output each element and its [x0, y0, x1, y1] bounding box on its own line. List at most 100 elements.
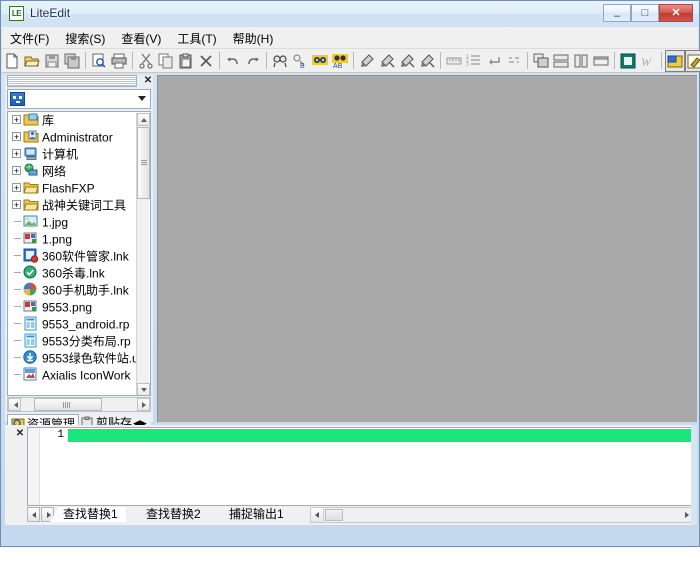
ruler-button[interactable] — [445, 51, 463, 71]
output-tab[interactable]: 查找替换1 — [50, 507, 126, 522]
tree-item[interactable]: 360手机助手.lnk — [8, 282, 138, 299]
arrange-icons-button[interactable] — [592, 51, 610, 71]
find-next-button[interactable] — [311, 51, 329, 71]
tree-item[interactable]: 9553绿色软件站.u — [8, 350, 138, 367]
output-close-icon[interactable]: ✕ — [15, 428, 25, 440]
options-button[interactable] — [619, 51, 637, 71]
bookmark-next-button[interactable] — [378, 51, 396, 71]
line-numbers-button[interactable]: 123 — [465, 51, 483, 71]
scroll-left-button[interactable] — [8, 398, 21, 411]
panel-right-edge — [691, 425, 697, 525]
output-tab[interactable]: 捕捉输出1 — [216, 507, 292, 522]
scroll-right-button[interactable] — [137, 398, 150, 411]
tree-item[interactable]: + 战神关键词工具 — [8, 197, 138, 214]
output-tab[interactable]: 查找替换2 — [133, 507, 209, 522]
minimize-button[interactable]: – — [603, 4, 631, 22]
path-combo-box[interactable] — [7, 89, 151, 109]
new-file-button[interactable] — [3, 51, 21, 71]
tile-vertical-button[interactable] — [572, 51, 590, 71]
tree-item[interactable]: 1.jpg — [8, 214, 138, 231]
toolbar-separator — [527, 52, 528, 69]
tree-scroll-thumb[interactable] — [137, 127, 150, 199]
close-button[interactable]: ✕ — [659, 4, 693, 22]
cut-button[interactable] — [137, 51, 155, 71]
tree-item[interactable]: + 计算机 — [8, 146, 138, 163]
output-horizontal-scrollbar[interactable] — [310, 507, 695, 523]
output-scroll-left-button[interactable] — [311, 508, 324, 522]
scroll-up-button[interactable] — [137, 113, 150, 126]
copy-button[interactable] — [157, 51, 175, 71]
panel-close-icon[interactable]: ✕ — [143, 75, 153, 87]
scroll-down-button[interactable] — [137, 383, 150, 395]
user-folder-icon — [23, 129, 39, 144]
expand-plus-icon[interactable]: + — [12, 166, 21, 176]
output-text-area[interactable]: 1 — [27, 427, 695, 506]
undo-button[interactable] — [224, 51, 242, 71]
menu-file[interactable]: 文件(F) — [2, 27, 57, 50]
tree-item[interactable]: 360杀毒.lnk — [8, 265, 138, 282]
expand-plus-icon[interactable]: + — [12, 132, 21, 142]
tree-item[interactable]: 9553分类布局.rp — [8, 333, 138, 350]
tree-item[interactable]: 9553_android.rp — [8, 316, 138, 333]
tree-item[interactable]: 360软件管家.lnk — [8, 248, 138, 265]
chevron-down-icon[interactable] — [138, 96, 146, 101]
expand-plus-icon[interactable]: + — [12, 115, 21, 125]
download-icon — [23, 350, 39, 365]
360-phone-icon — [23, 282, 37, 296]
maximize-button[interactable]: □ — [631, 4, 659, 22]
tile-horizontal-icon — [553, 54, 569, 68]
goto-button[interactable]: B — [291, 51, 309, 71]
expand-plus-icon[interactable]: + — [12, 149, 21, 159]
panel-drag-handle[interactable] — [7, 75, 137, 87]
cut-icon — [139, 53, 153, 69]
whitespace-button[interactable] — [505, 51, 523, 71]
tree-item[interactable]: 9553.png — [8, 299, 138, 316]
tree-item[interactable]: Axialis IconWork — [8, 367, 138, 384]
tab-scroll-prev-button[interactable] — [27, 507, 40, 522]
redo-button[interactable] — [244, 51, 262, 71]
tree-vertical-scrollbar[interactable] — [136, 113, 150, 395]
delete-button[interactable] — [197, 51, 215, 71]
print-icon — [111, 53, 127, 69]
save-file-button[interactable] — [43, 51, 61, 71]
cut-icon — [138, 53, 154, 69]
paste-button[interactable] — [177, 51, 195, 71]
tree-item[interactable]: + 库 — [8, 112, 138, 129]
desktop-background: LE LiteEdit – □ ✕ 文件(F) 搜索(S) 查看(V) 工具(T) 帮助… — [0, 0, 700, 584]
save-all-button[interactable] — [63, 51, 81, 71]
cascade-windows-button[interactable] — [532, 51, 550, 71]
tree-hscroll-thumb[interactable] — [34, 398, 102, 411]
replace-button[interactable]: AB — [331, 51, 349, 71]
toolbar-separator — [353, 52, 354, 69]
print-preview-button[interactable] — [90, 51, 108, 71]
tools-panel-button[interactable] — [685, 50, 700, 72]
open-file-button[interactable] — [23, 51, 41, 71]
print-button[interactable] — [110, 51, 128, 71]
explorer-panel-button[interactable] — [665, 50, 685, 72]
bookmark-clear-button[interactable] — [418, 51, 436, 71]
tree-item[interactable]: + 网络 — [8, 163, 138, 180]
bookmark-prev-button[interactable] — [398, 51, 416, 71]
tree-item[interactable]: 1.png — [8, 231, 138, 248]
menu-search[interactable]: 搜索(S) — [57, 27, 113, 50]
menu-tools[interactable]: 工具(T) — [169, 27, 224, 50]
tree-item-label: FlashFXP — [42, 181, 95, 196]
find-button[interactable] — [271, 51, 289, 71]
wrap-icon — [486, 53, 502, 69]
menu-view[interactable]: 查看(V) — [113, 27, 169, 50]
file-tree[interactable]: + 库 + Administrator + 计算机 + 网络 + FlashFXP + 战神关键词工具… — [7, 111, 151, 396]
tab-slant — [50, 507, 59, 522]
png-file-icon — [23, 231, 39, 246]
tree-item[interactable]: + Administrator — [8, 129, 138, 146]
tile-horizontal-button[interactable] — [552, 51, 570, 71]
word-export-button[interactable]: W — [639, 51, 657, 71]
output-hscroll-thumb[interactable] — [325, 509, 343, 521]
tree-horizontal-scrollbar[interactable] — [7, 397, 151, 412]
expand-plus-icon[interactable]: + — [12, 200, 21, 210]
bookmark-toggle-button[interactable] — [358, 51, 376, 71]
wrap-button[interactable] — [485, 51, 503, 71]
editor-client-area[interactable] — [157, 75, 697, 422]
expand-plus-icon[interactable]: + — [12, 183, 21, 193]
menu-help[interactable]: 帮助(H) — [225, 27, 282, 50]
tree-item[interactable]: + FlashFXP — [8, 180, 138, 197]
